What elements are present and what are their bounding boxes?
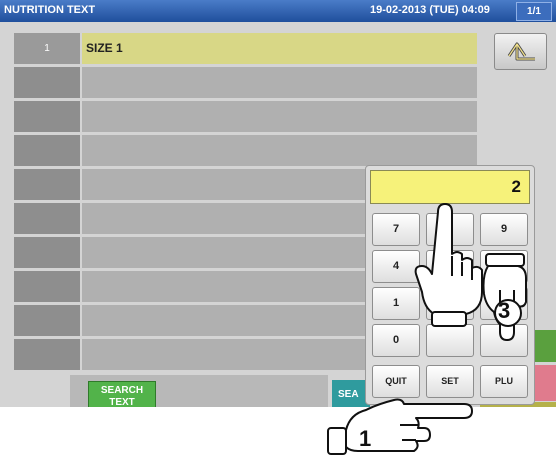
list-item[interactable]: 1 SIZE 1 — [14, 33, 477, 64]
keypad-key[interactable]: 8 — [426, 213, 474, 246]
keypad-key[interactable] — [426, 324, 474, 357]
list-item-number — [14, 271, 80, 302]
back-button[interactable] — [494, 33, 547, 70]
search-text-button[interactable]: SEARCH TEXT — [88, 381, 156, 407]
keypad-key[interactable]: 0 — [372, 324, 420, 357]
page-indicator: 1/1 — [516, 2, 552, 21]
keypad-key[interactable]: SET — [426, 365, 474, 398]
enter-key-label: Enter — [425, 288, 464, 305]
list-item-number — [14, 305, 80, 336]
list-item-number — [14, 169, 80, 200]
step-1-callout: 1 — [359, 426, 372, 451]
keypad-key[interactable]: 9 — [480, 213, 528, 246]
search-text-line2: TEXT — [109, 397, 135, 407]
list-item-number — [14, 135, 80, 166]
keypad-key[interactable]: 4 — [372, 250, 420, 283]
title-bar: NUTRITION TEXT 19-02-2013 (TUE) 04:09 1/… — [0, 0, 556, 22]
list-item-name — [82, 67, 477, 98]
list-item[interactable] — [14, 135, 477, 166]
list-item-name — [82, 101, 477, 132]
keypad-key[interactable]: QUIT — [372, 365, 420, 398]
app-screen: NUTRITION TEXT 19-02-2013 (TUE) 04:09 1/… — [0, 0, 556, 407]
list-item-number — [14, 67, 80, 98]
list-item-name — [82, 135, 477, 166]
window-title: NUTRITION TEXT — [4, 4, 96, 16]
keypad-key[interactable] — [480, 324, 528, 357]
keypad-key[interactable] — [480, 250, 528, 283]
list-item[interactable] — [14, 101, 477, 132]
step-3-callout: 3 — [498, 298, 511, 323]
list-item-number — [14, 237, 80, 268]
keypad-key[interactable] — [426, 250, 474, 283]
list-item[interactable] — [14, 67, 477, 98]
keypad-key[interactable]: 7 — [372, 213, 420, 246]
keypad-key[interactable]: PLU — [480, 365, 528, 398]
numeric-keypad: 2 7 8 9 4 1 0 QUIT SET PLU — [365, 165, 535, 405]
list-item-number — [14, 203, 80, 234]
list-item-number: 1 — [14, 33, 80, 64]
return-arrow-icon — [507, 42, 535, 61]
side-button-pink[interactable] — [532, 365, 556, 401]
side-button-green[interactable] — [532, 330, 556, 362]
list-item-number — [14, 339, 80, 370]
list-item-name: SIZE 1 — [82, 33, 477, 64]
keypad-key[interactable]: 1 — [372, 287, 420, 320]
search-text-line1: SEARCH — [100, 385, 144, 396]
keypad-display: 2 — [370, 170, 530, 204]
pointing-hand-icon — [327, 398, 473, 455]
datetime-display: 19-02-2013 (TUE) 04:09 — [370, 4, 490, 16]
list-item-number — [14, 101, 80, 132]
